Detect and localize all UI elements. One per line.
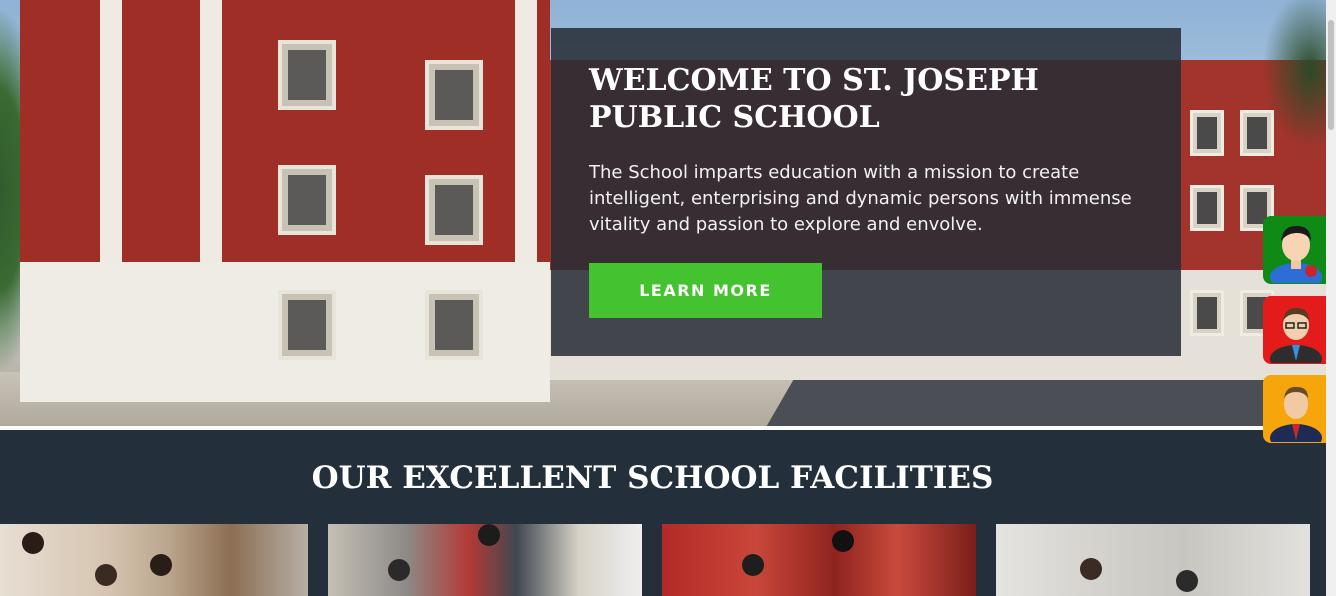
scrollbar-thumb[interactable] <box>1328 20 1334 130</box>
building-window <box>1190 290 1224 336</box>
facility-photo <box>996 524 1310 596</box>
building-window <box>1190 110 1224 156</box>
facility-card-science-lab[interactable] <box>996 524 1310 596</box>
facility-card-classroom[interactable] <box>662 524 976 596</box>
photo-detail <box>388 559 410 581</box>
photo-detail <box>150 554 172 576</box>
photo-detail <box>22 532 44 554</box>
photo-detail <box>742 554 764 576</box>
facility-card-library[interactable] <box>0 524 308 596</box>
facilities-section: OUR EXCELLENT SCHOOL FACILITIES <box>0 430 1326 596</box>
hero-title: WELCOME TO ST. JOSEPH PUBLIC SCHOOL <box>589 63 1039 135</box>
building-window <box>425 175 483 245</box>
principal-avatar-icon <box>1270 386 1322 442</box>
student-avatar-icon <box>1270 225 1322 283</box>
teacher-login-button[interactable] <box>1263 296 1326 364</box>
student-login-button[interactable] <box>1263 216 1326 284</box>
building-window <box>278 290 336 360</box>
hero-description: The School imparts education with a miss… <box>589 162 1132 235</box>
road <box>766 380 1326 426</box>
facility-photo <box>662 524 976 596</box>
photo-detail <box>832 530 854 552</box>
learn-more-button[interactable]: LEARN MORE <box>589 263 822 318</box>
building-window <box>425 290 483 360</box>
principal-login-button[interactable] <box>1263 375 1326 443</box>
building-window <box>1190 185 1224 231</box>
hero-welcome-panel: WELCOME TO ST. JOSEPH PUBLIC SCHOOL The … <box>551 28 1181 356</box>
facilities-heading: OUR EXCELLENT SCHOOL FACILITIES <box>311 460 994 496</box>
building-window <box>425 60 483 130</box>
photo-detail <box>1080 558 1102 580</box>
hero-banner: WELCOME TO ST. JOSEPH PUBLIC SCHOOL The … <box>0 0 1326 426</box>
building-window <box>278 40 336 110</box>
facility-card-computer-lab[interactable] <box>328 524 642 596</box>
building-window <box>278 165 336 235</box>
photo-detail <box>1176 570 1198 592</box>
photo-detail <box>478 524 500 546</box>
tree-decoration <box>1262 0 1326 150</box>
photo-detail <box>95 564 117 586</box>
teacher-avatar-icon <box>1270 307 1322 363</box>
